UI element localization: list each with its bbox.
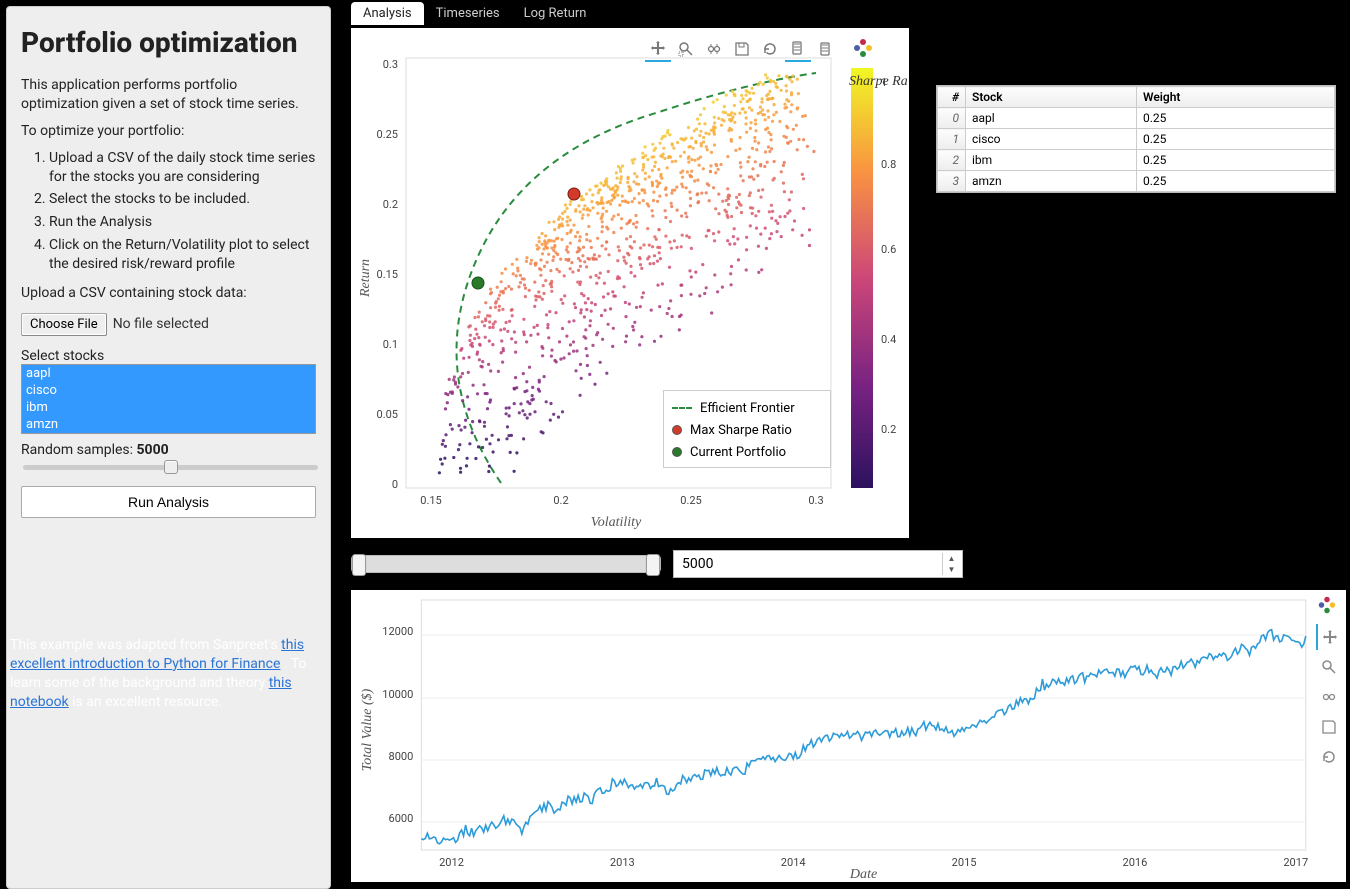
svg-text:Total Value ($): Total Value ($) [359,688,375,771]
samples-range-slider[interactable] [351,555,661,573]
plot-toolbar [645,36,839,62]
table-row: 3amzn0.25 [938,171,1335,192]
upload-label: Upload a CSV containing stock data: [21,284,316,303]
spinner-up-icon[interactable]: ▲ [943,553,960,564]
svg-text:0.15: 0.15 [420,494,441,507]
page-title: Portfolio optimization [21,25,316,60]
dot-icon [672,447,682,457]
stock-option[interactable]: aapl [22,365,315,382]
samples-range-row: 5000 ▲ ▼ [351,550,963,578]
file-status: No file selected [113,316,209,332]
stock-option[interactable]: amzn [22,416,315,433]
step-item: Click on the Return/Volatility plot to s… [49,236,316,274]
svg-text:0.1: 0.1 [383,338,398,351]
line-svg: 6000 8000 10000 12000 2012 2013 2014 201… [351,590,1346,882]
tab-analysis[interactable]: Analysis [351,2,424,25]
box-zoom-icon[interactable] [673,36,699,62]
dash-icon [672,407,692,409]
svg-text:2013: 2013 [610,856,635,869]
bokeh-logo-icon[interactable] [1316,594,1342,620]
credits-text: is an excellent resource. [72,694,222,710]
random-samples-slider[interactable] [23,465,318,470]
steps-list: Upload a CSV of the daily stock time ser… [21,149,316,274]
samples-spinner[interactable]: 5000 ▲ ▼ [673,550,963,578]
select-stocks-label: Select stocks [21,348,316,364]
svg-text:Return: Return [358,259,373,298]
wheel-zoom-icon[interactable] [1316,684,1342,710]
svg-text:2015: 2015 [952,856,977,869]
svg-text:0.25: 0.25 [377,128,398,141]
random-samples-label: Random samples: 5000 [21,442,169,458]
stock-option[interactable]: ibm [22,399,315,416]
svg-text:0.8: 0.8 [881,158,896,171]
svg-text:2016: 2016 [1123,856,1148,869]
slider-handle-right[interactable] [646,554,660,576]
weights-table: # Stock Weight 0aapl0.25 1cisco0.25 2ibm… [936,85,1336,193]
dot-icon [672,425,682,435]
bokeh-logo-icon[interactable] [851,36,875,60]
pan-icon[interactable] [1316,624,1342,650]
colorbar-title: Sharpe Ratio [849,74,907,90]
svg-text:0.2: 0.2 [383,198,398,211]
run-analysis-button[interactable]: Run Analysis [21,486,316,518]
tap-icon[interactable] [785,36,811,62]
sidebar: Portfolio optimization This application … [6,6,331,889]
scatter-chart[interactable]: Sharpe Ratio 0 0.05 0.1 0.15 0.2 0.25 0.… [351,28,909,538]
box-zoom-icon[interactable] [1316,654,1342,680]
reset-icon[interactable] [757,36,783,62]
svg-text:0.4: 0.4 [881,333,896,346]
stocks-multiselect[interactable]: aapl cisco ibm amzn [21,364,316,434]
step-item: Select the stocks to be included. [49,190,316,209]
reset-icon[interactable] [1316,744,1342,770]
legend: Efficient Frontier Max Sharpe Ratio Curr… [663,390,831,468]
svg-text:12000: 12000 [382,625,413,638]
tab-timeseries[interactable]: Timeseries [424,2,512,25]
tab-strip: Analysis Timeseries Log Return [351,2,598,25]
stock-option[interactable]: cisco [22,382,315,399]
main-area: Analysis Timeseries Log Return Sharpe Ra… [331,0,1350,889]
svg-text:0.2: 0.2 [553,494,568,507]
table-header[interactable]: # [938,87,966,108]
svg-text:2012: 2012 [439,856,464,869]
save-icon[interactable] [729,36,755,62]
svg-text:2017: 2017 [1283,856,1308,869]
svg-text:Volatility: Volatility [591,515,642,530]
svg-text:0.15: 0.15 [377,268,398,281]
save-icon[interactable] [1316,714,1342,740]
lead-text: To optimize your portfolio: [21,122,316,141]
step-item: Upload a CSV of the daily stock time ser… [49,149,316,187]
svg-text:0.25: 0.25 [680,494,701,507]
svg-text:0.05: 0.05 [377,408,398,421]
slider-handle-left[interactable] [352,554,366,576]
choose-file-button[interactable]: Choose File [21,313,107,336]
hover-icon[interactable] [813,36,839,62]
svg-text:Date: Date [849,866,877,882]
svg-text:6000: 6000 [388,812,413,825]
table-header[interactable]: Weight [1136,87,1334,108]
svg-text:10000: 10000 [382,688,413,701]
value-line-chart[interactable]: 6000 8000 10000 12000 2012 2013 2014 201… [351,590,1346,882]
svg-text:0.6: 0.6 [881,243,896,256]
svg-text:0: 0 [392,478,398,491]
table-header[interactable]: Stock [966,87,1137,108]
intro-text: This application performs portfolio opti… [21,76,316,114]
credits-text: This example was adapted from Sanpreet's [10,637,281,653]
line-toolbar [1316,594,1342,770]
table-row: 1cisco0.25 [938,129,1335,150]
spinner-down-icon[interactable]: ▼ [943,564,960,575]
spinner-value: 5000 [682,556,713,572]
svg-text:0.3: 0.3 [808,494,823,507]
table-row: 0aapl0.25 [938,108,1335,129]
wheel-zoom-icon[interactable] [701,36,727,62]
svg-text:2014: 2014 [781,856,806,869]
svg-text:0.3: 0.3 [383,58,398,71]
step-item: Run the Analysis [49,213,316,232]
svg-text:8000: 8000 [388,750,413,763]
svg-text:0.2: 0.2 [881,423,896,436]
table-row: 2ibm0.25 [938,150,1335,171]
tab-log-return[interactable]: Log Return [512,2,599,25]
pan-icon[interactable] [645,36,671,62]
